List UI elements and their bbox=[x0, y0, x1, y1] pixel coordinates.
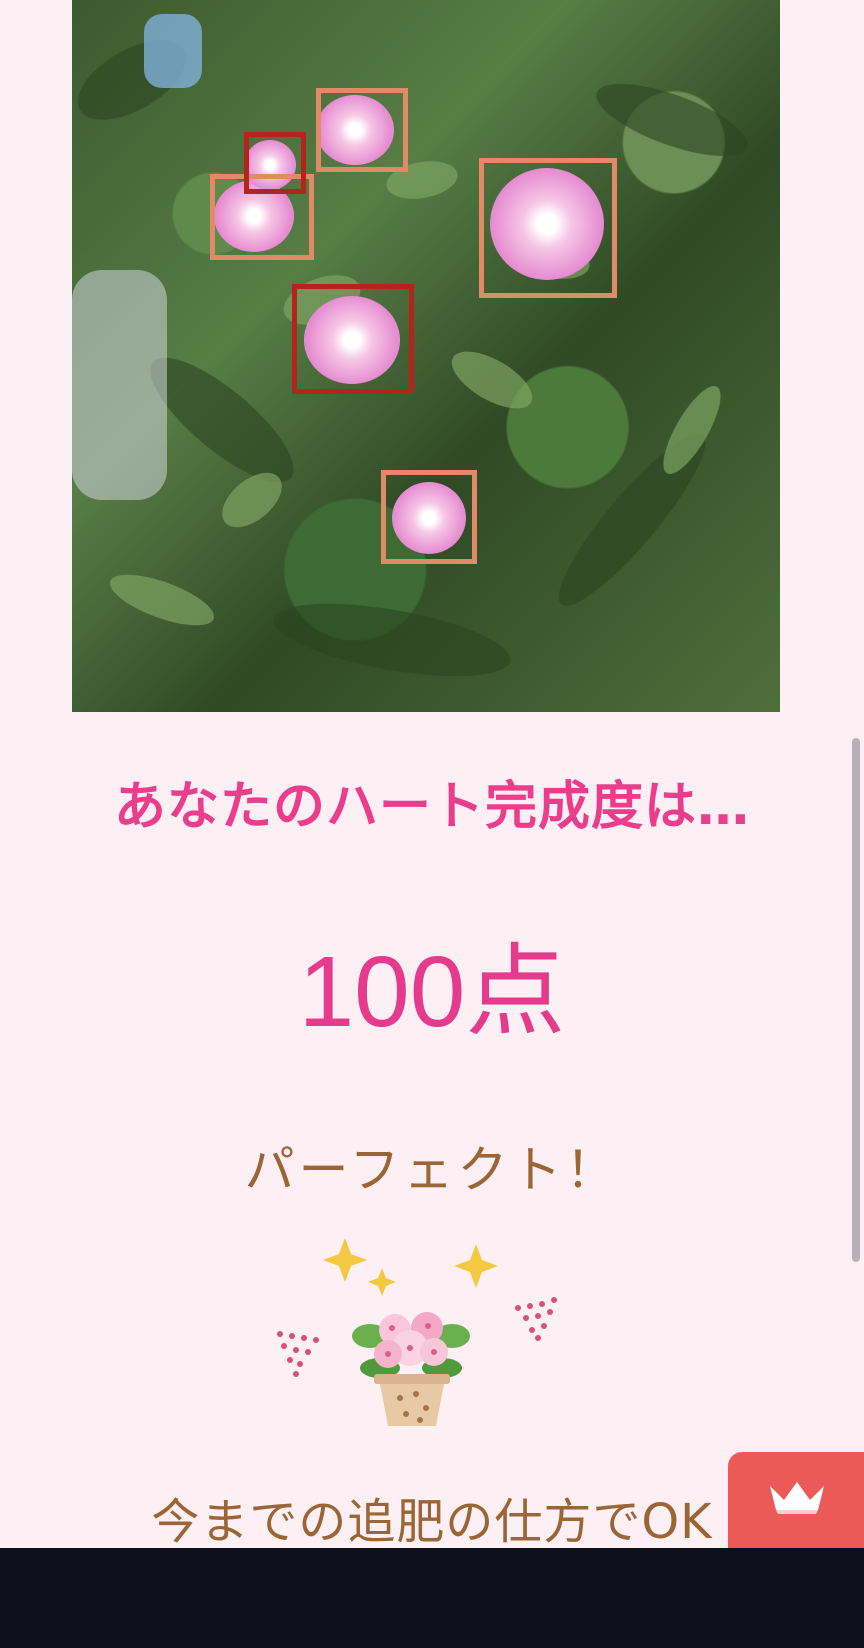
sparkle-icon bbox=[323, 1238, 498, 1296]
crown-action-button[interactable] bbox=[728, 1452, 864, 1550]
crown-icon bbox=[770, 1482, 824, 1514]
system-navigation-bar bbox=[0, 1548, 864, 1648]
flower-detection-box bbox=[479, 158, 617, 298]
potted-flower-icon bbox=[352, 1312, 470, 1426]
vertical-scrollbar[interactable] bbox=[852, 738, 860, 1262]
flower-pot-sparkle-illustration bbox=[270, 1238, 560, 1428]
flower-detection-box bbox=[292, 284, 414, 394]
result-page: あなたのハート完成度は… 100点 パーフェクト！ 今までの追肥の仕方でOK bbox=[0, 0, 864, 1648]
foliage-texture bbox=[72, 14, 748, 677]
flower-detection-box bbox=[316, 88, 408, 172]
verdict-text: パーフェクト！ bbox=[244, 1141, 620, 1199]
confetti-dots-right bbox=[515, 1297, 557, 1341]
result-heading: あなたのハート完成度は… bbox=[113, 777, 750, 837]
flower-detection-box bbox=[244, 132, 306, 194]
analyzed-plant-photo bbox=[72, 0, 780, 712]
score-value: 100点 bbox=[298, 936, 566, 1048]
confetti-dots-left bbox=[277, 1331, 319, 1377]
flower-detection-box bbox=[381, 470, 477, 564]
